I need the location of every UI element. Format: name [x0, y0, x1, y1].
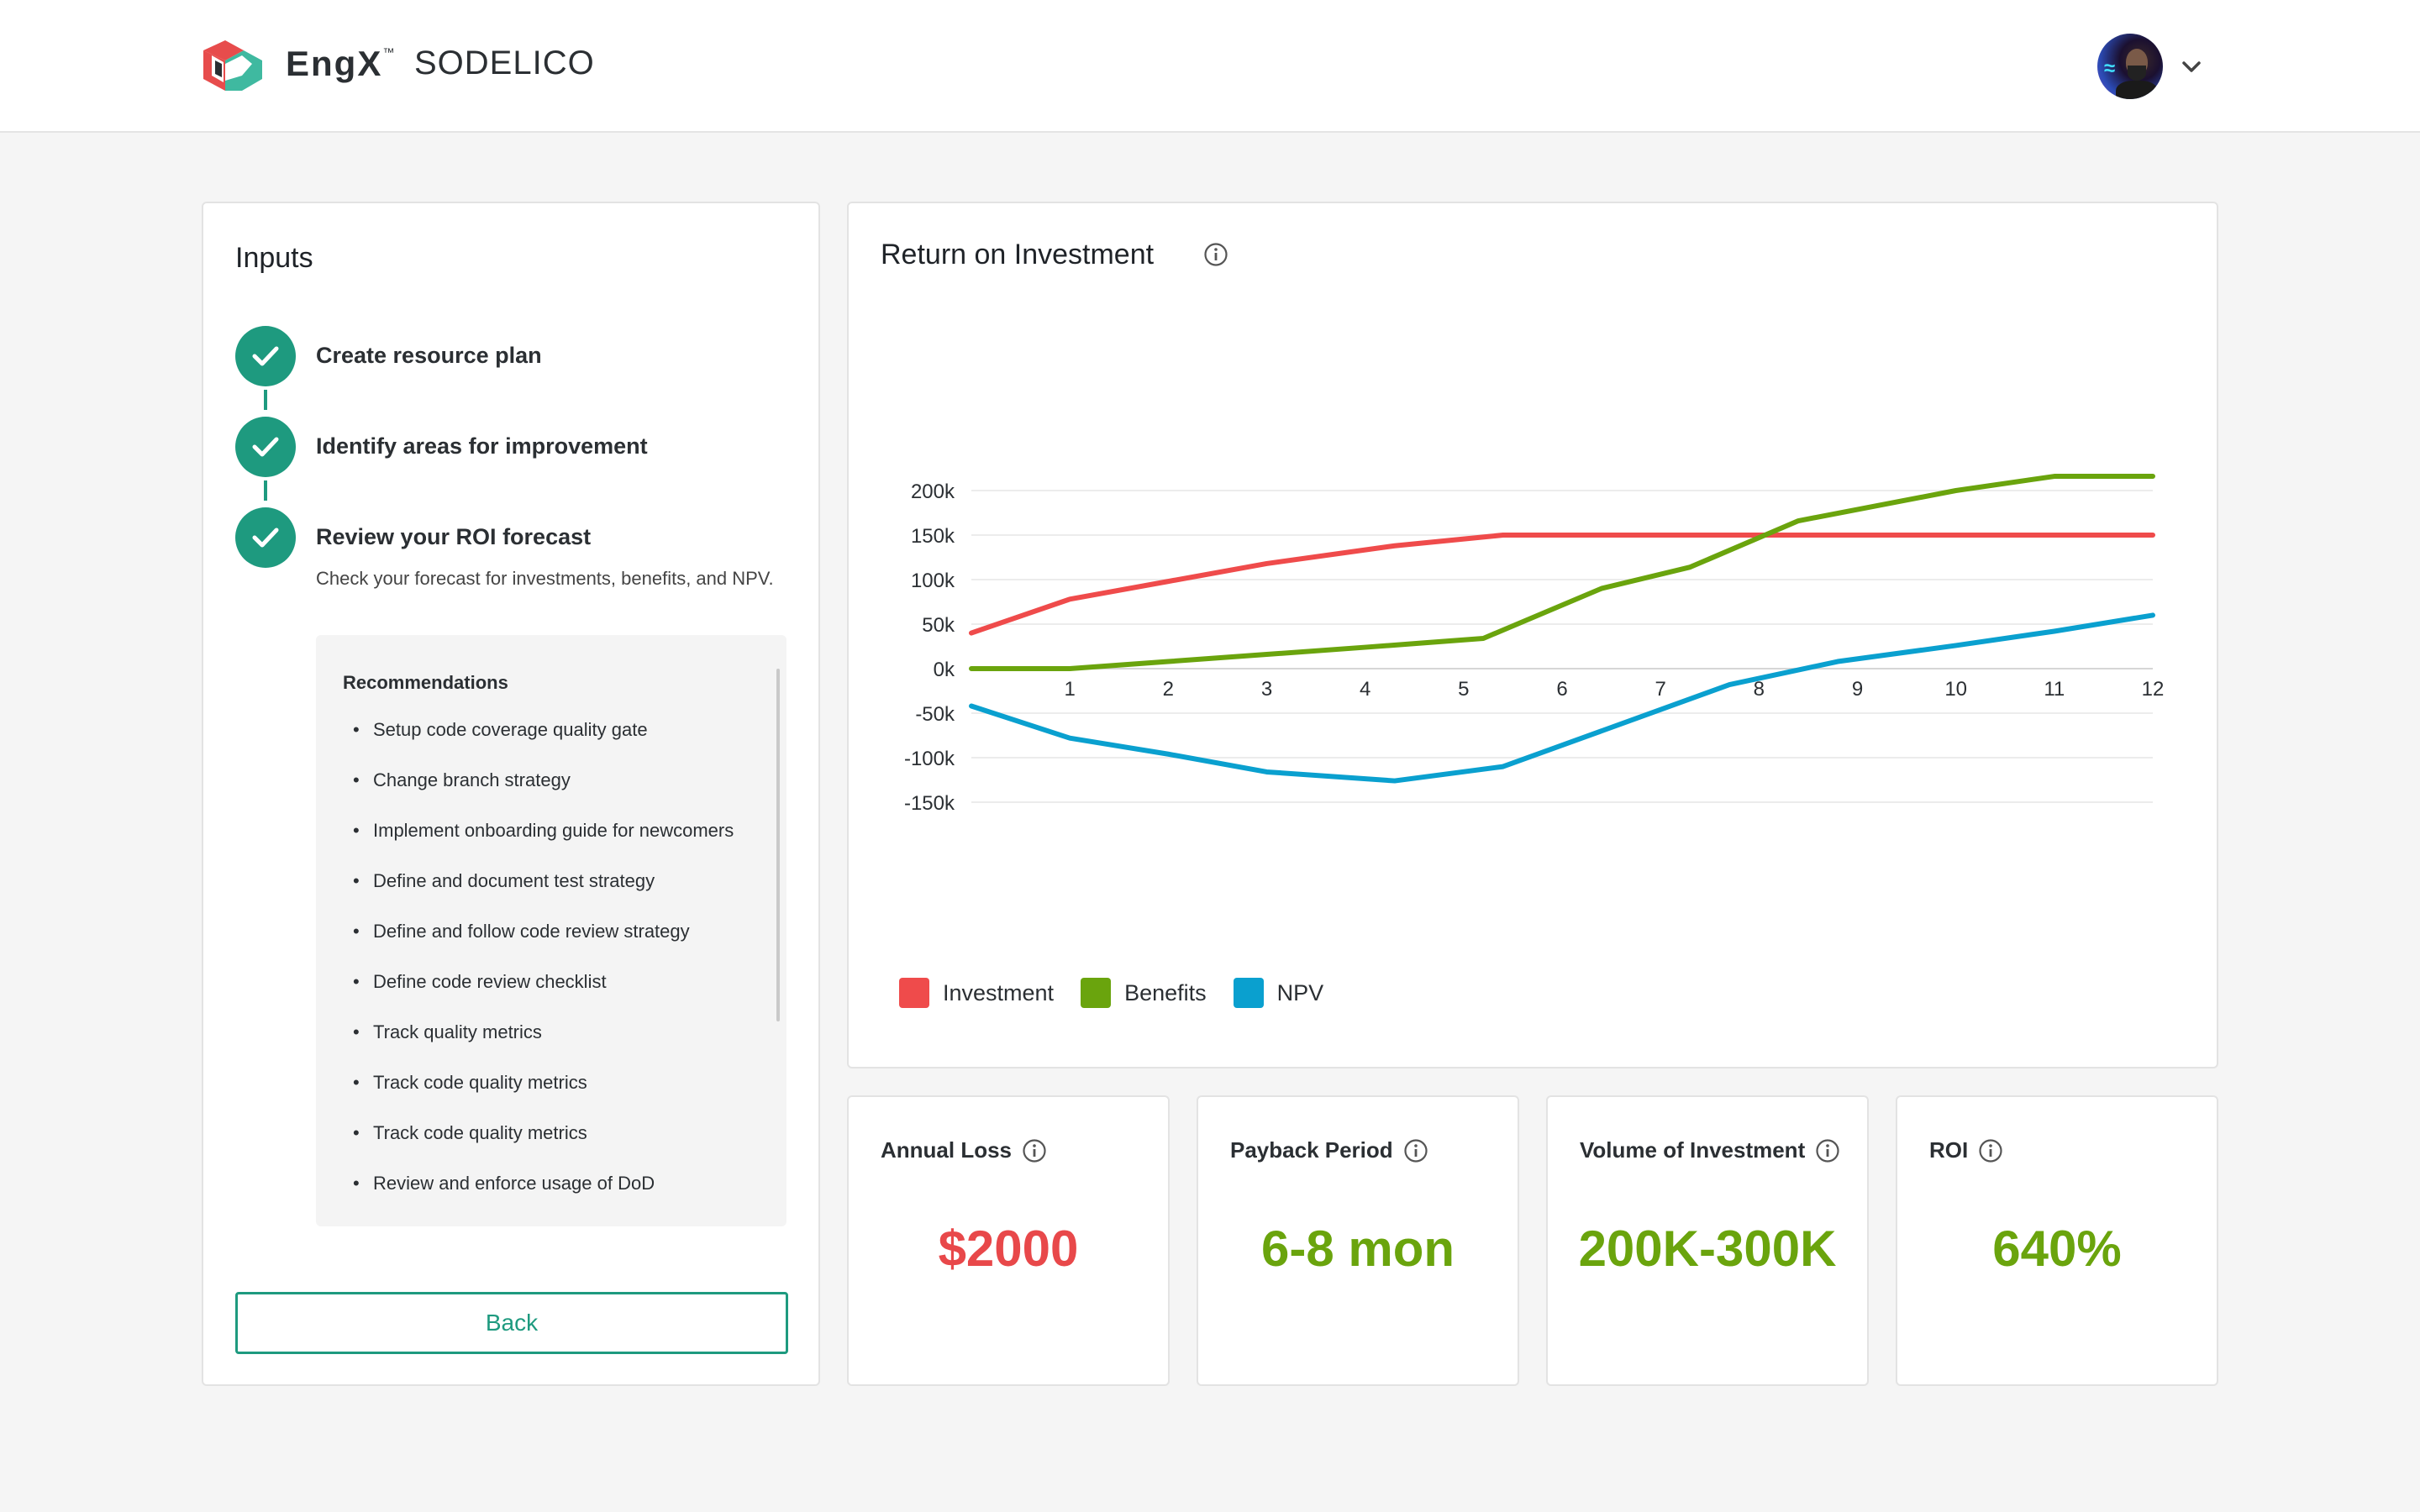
x-tick-label: 3	[1261, 678, 1272, 701]
top-header: EngX™ SODELICO ≈	[0, 0, 2420, 133]
avatar-neon-detail: ≈	[2104, 57, 2116, 80]
inputs-panel: Inputs Create resource plan Identify are…	[202, 202, 820, 1386]
user-avatar[interactable]: ≈	[2097, 34, 2163, 99]
recommendation-item: • Track code quality metrics	[353, 1072, 587, 1093]
legend-swatch	[1081, 978, 1112, 1008]
x-tick-label: 2	[1163, 678, 1174, 701]
step-2-check	[235, 417, 296, 477]
x-tick-label: 11	[2044, 678, 2065, 701]
step-1-label: Create resource plan	[316, 343, 542, 368]
y-tick-label: -100k	[904, 748, 955, 770]
recommendation-item: • Change branch strategy	[353, 769, 571, 790]
info-icon[interactable]	[1978, 1138, 2003, 1163]
avatar-body	[2116, 81, 2158, 99]
brand-name: EngX™	[286, 44, 397, 83]
recommendations-scrollbar[interactable]	[776, 669, 780, 1021]
chevron-down-icon[interactable]	[2180, 55, 2203, 79]
legend-label: NPV	[1276, 979, 1324, 1005]
inputs-title: Inputs	[235, 242, 313, 274]
step-1-check	[235, 326, 296, 386]
legend-item-npv[interactable]: NPV	[1233, 978, 1324, 1008]
x-tick-label: 7	[1655, 678, 1665, 701]
chart-legend: Investment Benefits NPV	[899, 978, 1350, 1008]
recommendations-title: Recommendations	[343, 672, 508, 693]
series-line-benefits	[969, 474, 2155, 671]
info-icon[interactable]	[1815, 1138, 1840, 1163]
recommendation-item: • Define and follow code review strategy	[353, 921, 690, 942]
metric-payback-period: Payback Period 6-8 mon	[1197, 1095, 1519, 1386]
y-tick-label: 200k	[911, 480, 955, 503]
y-tick-label: 50k	[922, 614, 955, 637]
recommendations-box: Recommendations • Setup code coverage qua…	[316, 635, 786, 1226]
roi-chart-panel: Return on Investment 200k 150k 100k 50k 0k -5…	[847, 202, 2218, 1068]
metric-value: 200K-300K	[1578, 1221, 1837, 1277]
step-connector	[264, 480, 267, 501]
x-tick-label: 12	[2142, 678, 2165, 701]
metric-title: Annual Loss	[881, 1137, 1047, 1163]
recommendation-item: • Track code quality metrics	[353, 1122, 587, 1143]
metric-title: ROI	[1929, 1137, 2003, 1163]
series-line-investment	[969, 533, 2155, 636]
legend-swatch	[899, 978, 929, 1008]
legend-label: Investment	[943, 979, 1055, 1005]
metric-roi: ROI 640%	[1896, 1095, 2218, 1386]
y-tick-label: -50k	[915, 703, 955, 726]
x-tick-label: 6	[1556, 678, 1567, 701]
metric-value: $2000	[938, 1221, 1079, 1277]
recommendations-list: • Setup code coverage quality gate • Chang…	[343, 719, 734, 1223]
info-icon[interactable]	[1022, 1138, 1047, 1163]
roi-line-chart: 200k150k100k50k0k-50k-100k-150k1 2 3 4 5 6 7 8 9…	[904, 474, 2165, 815]
legend-swatch	[1233, 978, 1264, 1008]
back-button[interactable]: Back	[235, 1292, 788, 1354]
avatar-beard	[2128, 66, 2146, 81]
recommendation-item: • Review and enforce usage of DoD	[353, 1173, 655, 1194]
y-tick-label: 100k	[911, 570, 955, 592]
step-3-description: Check your forecast for investments, ben…	[316, 568, 774, 589]
step-connector	[264, 390, 267, 410]
engx-logo-icon	[203, 40, 262, 91]
x-tick-label: 4	[1360, 678, 1370, 701]
recommendation-item: • Setup code coverage quality gate	[353, 719, 648, 740]
x-tick-label: 9	[1852, 678, 1863, 701]
legend-item-benefits[interactable]: Benefits	[1081, 978, 1207, 1008]
check-icon	[252, 437, 279, 457]
recommendation-item: • Track quality metrics	[353, 1021, 542, 1042]
info-icon[interactable]	[1403, 1138, 1428, 1163]
y-tick-label: 150k	[911, 525, 955, 548]
metric-value: 640%	[1992, 1221, 2122, 1277]
metric-volume-of-investment: Volume of Investment 200K-300K	[1546, 1095, 1869, 1386]
y-tick-label: -150k	[904, 792, 955, 815]
x-tick-label: 1	[1064, 678, 1075, 701]
legend-label: Benefits	[1124, 979, 1207, 1005]
recommendation-item: • Implement onboarding guide for newcomer…	[353, 820, 734, 841]
check-icon	[252, 528, 279, 548]
metric-annual-loss: Annual Loss $2000	[847, 1095, 1170, 1386]
step-3-check	[235, 507, 296, 568]
x-tick-label: 10	[1944, 678, 1967, 701]
company-name: SODELICO	[414, 45, 595, 81]
legend-item-investment[interactable]: Investment	[899, 978, 1054, 1008]
step-2-label: Identify areas for improvement	[316, 433, 648, 459]
x-tick-label: 5	[1458, 678, 1469, 701]
recommendation-item: • Define and document test strategy	[353, 870, 655, 891]
y-tick-label: 0k	[934, 659, 955, 681]
metric-value: 6-8 mon	[1260, 1221, 1455, 1277]
step-3-label: Review your ROI forecast	[316, 524, 592, 549]
recommendation-item: • Define code review checklist	[353, 971, 607, 992]
metric-title: Payback Period	[1230, 1137, 1428, 1163]
check-icon	[252, 346, 279, 366]
metric-title: Volume of Investment	[1580, 1137, 1840, 1163]
